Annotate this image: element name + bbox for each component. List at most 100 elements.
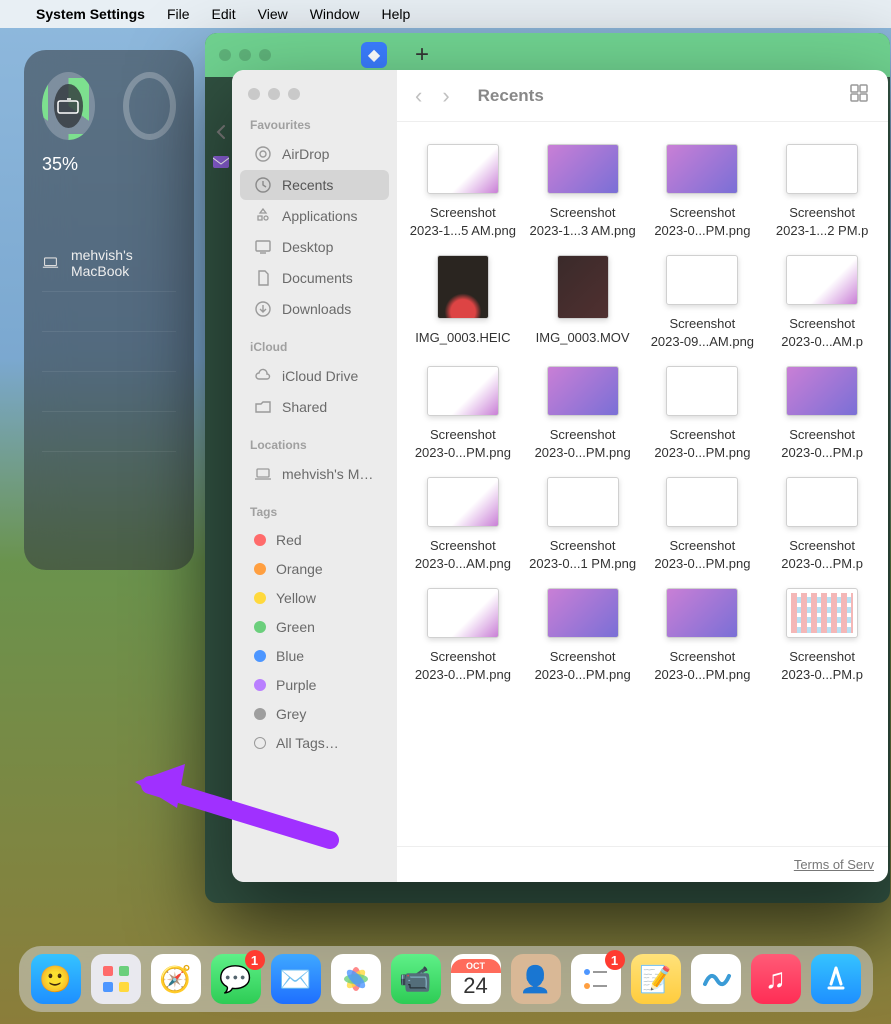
finder-sidebar: Favourites AirDrop Recents Applications …: [232, 70, 397, 882]
desktop-icon: [254, 238, 272, 256]
dock-launchpad[interactable]: [91, 954, 141, 1004]
file-thumbnail-icon: [786, 144, 858, 194]
footer-link[interactable]: Terms of Serv: [397, 846, 888, 882]
dock: 🙂 🧭💬1✉️ 📹OCT24👤1📝 ♫: [19, 946, 873, 1012]
sidebar-item-applications[interactable]: Applications: [240, 201, 389, 231]
file-thumbnail-icon: [666, 477, 738, 527]
sidebar-item-downloads[interactable]: Downloads: [240, 294, 389, 324]
applications-icon: [254, 207, 272, 225]
sidebar-label: mehvish's M…: [282, 466, 373, 482]
menu-help[interactable]: Help: [382, 6, 411, 22]
device-row[interactable]: mehvish's MacBook: [42, 235, 176, 292]
sidebar-item-airdrop[interactable]: AirDrop: [240, 139, 389, 169]
dock-facetime[interactable]: 📹: [391, 954, 441, 1004]
dock-music[interactable]: ♫: [751, 954, 801, 1004]
file-item[interactable]: Screenshot2023-0...PM.p: [764, 362, 880, 465]
dock-mail[interactable]: ✉️: [271, 954, 321, 1004]
file-item[interactable]: Screenshot2023-0...AM.png: [405, 473, 521, 576]
laptop-icon: [42, 256, 59, 270]
file-item[interactable]: IMG_0003.HEIC: [405, 251, 521, 354]
battery-ring-empty-icon: [123, 72, 176, 140]
dock-appstore[interactable]: [811, 954, 861, 1004]
file-thumbnail-icon: [666, 366, 738, 416]
dock-photos[interactable]: [331, 954, 381, 1004]
file-item[interactable]: Screenshot2023-0...AM.p: [764, 251, 880, 354]
shared-folder-icon: [254, 398, 272, 416]
sidebar-tag-grey[interactable]: Grey: [240, 700, 389, 728]
sidebar-tag-red[interactable]: Red: [240, 526, 389, 554]
file-name: Screenshot2023-0...PM.png: [415, 648, 511, 683]
menu-file[interactable]: File: [167, 6, 190, 22]
file-item[interactable]: Screenshot2023-0...PM.png: [405, 584, 521, 687]
menu-view[interactable]: View: [258, 6, 288, 22]
file-area[interactable]: Screenshot2023-1...5 AM.pngScreenshot202…: [397, 122, 888, 846]
file-item[interactable]: Screenshot2023-1...2 PM.p: [764, 140, 880, 243]
file-name: Screenshot2023-0...PM.p: [781, 426, 863, 461]
back-icon[interactable]: [213, 123, 231, 146]
file-thumbnail-icon: [547, 366, 619, 416]
airdrop-icon: [254, 145, 272, 163]
file-name: IMG_0003.MOV: [536, 329, 630, 347]
sidebar-tag-yellow[interactable]: Yellow: [240, 584, 389, 612]
finder-title: Recents: [478, 86, 544, 106]
sidebar-item-machine[interactable]: mehvish's M…: [240, 459, 389, 489]
nav-forward-icon[interactable]: ›: [442, 83, 449, 109]
traffic-lights[interactable]: [219, 49, 271, 61]
sidebar-item-desktop[interactable]: Desktop: [240, 232, 389, 262]
file-thumbnail-icon: [786, 588, 858, 638]
file-item[interactable]: Screenshot2023-0...PM.png: [525, 584, 641, 687]
file-item[interactable]: Screenshot2023-1...5 AM.png: [405, 140, 521, 243]
menu-edit[interactable]: Edit: [212, 6, 236, 22]
app-tab-icon[interactable]: ◆: [361, 42, 387, 68]
dock-finder[interactable]: 🙂: [31, 954, 81, 1004]
file-thumbnail-icon: [666, 255, 738, 305]
file-item[interactable]: Screenshot2023-0...PM.p: [764, 584, 880, 687]
sidebar-tag-purple[interactable]: Purple: [240, 671, 389, 699]
sidebar-label: Shared: [282, 399, 327, 415]
dock-reminders[interactable]: 1: [571, 954, 621, 1004]
mail-icon: [213, 155, 229, 171]
downloads-icon: [254, 300, 272, 318]
file-item[interactable]: Screenshot2023-0...PM.png: [645, 584, 761, 687]
traffic-lights[interactable]: [232, 84, 397, 118]
file-thumbnail-icon: [427, 366, 499, 416]
menu-window[interactable]: Window: [310, 6, 360, 22]
sidebar-item-iclouddrive[interactable]: iCloud Drive: [240, 361, 389, 391]
nav-back-icon[interactable]: ‹: [415, 83, 422, 109]
file-item[interactable]: Screenshot2023-0...PM.p: [764, 473, 880, 576]
file-item[interactable]: Screenshot2023-0...PM.png: [645, 140, 761, 243]
dock-freeform[interactable]: [691, 954, 741, 1004]
sidebar-item-documents[interactable]: Documents: [240, 263, 389, 293]
file-item[interactable]: Screenshot2023-0...PM.png: [645, 473, 761, 576]
file-name: Screenshot2023-09...AM.png: [651, 315, 754, 350]
sidebar-label: AirDrop: [282, 146, 329, 162]
dock-safari[interactable]: 🧭: [151, 954, 201, 1004]
file-thumbnail-icon: [427, 144, 499, 194]
sidebar-tag-orange[interactable]: Orange: [240, 555, 389, 583]
file-item[interactable]: IMG_0003.MOV: [525, 251, 641, 354]
sidebar-item-shared[interactable]: Shared: [240, 392, 389, 422]
file-item[interactable]: Screenshot2023-09...AM.png: [645, 251, 761, 354]
new-tab-button[interactable]: +: [415, 41, 429, 69]
file-name: Screenshot2023-0...1 PM.png: [529, 537, 636, 572]
dock-notes[interactable]: 📝: [631, 954, 681, 1004]
tag-dot-icon: [254, 563, 266, 575]
sidebar-tag-alltags[interactable]: All Tags…: [240, 729, 389, 757]
sidebar-item-recents[interactable]: Recents: [240, 170, 389, 200]
dock-contacts[interactable]: 👤: [511, 954, 561, 1004]
view-grid-icon[interactable]: [848, 82, 870, 109]
file-item[interactable]: Screenshot2023-0...PM.png: [525, 362, 641, 465]
file-item[interactable]: Screenshot2023-0...1 PM.png: [525, 473, 641, 576]
file-item[interactable]: Screenshot2023-0...PM.png: [405, 362, 521, 465]
sidebar-tag-green[interactable]: Green: [240, 613, 389, 641]
battery-percent: 35%: [42, 154, 176, 175]
sidebar-label: Green: [276, 619, 315, 635]
sidebar-tag-blue[interactable]: Blue: [240, 642, 389, 670]
sidebar-heading-icloud: iCloud: [232, 340, 397, 360]
tag-dot-icon: [254, 650, 266, 662]
dock-messages[interactable]: 💬1: [211, 954, 261, 1004]
file-item[interactable]: Screenshot2023-0...PM.png: [645, 362, 761, 465]
dock-calendar[interactable]: OCT24: [451, 954, 501, 1004]
file-item[interactable]: Screenshot2023-1...3 AM.png: [525, 140, 641, 243]
app-name[interactable]: System Settings: [36, 6, 145, 22]
